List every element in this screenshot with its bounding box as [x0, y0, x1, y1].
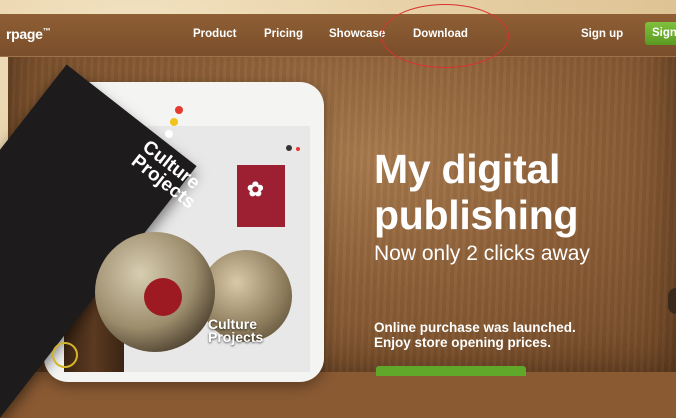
carousel-next-button[interactable]	[668, 288, 676, 314]
logo-text: rpage	[6, 26, 43, 42]
hero-title-line: My digital	[374, 146, 561, 192]
circle-icon	[52, 342, 78, 368]
hero-announcement-line: Enjoy store opening prices.	[374, 335, 552, 350]
hero-title: My digital publishing	[374, 146, 579, 238]
hero-title-line: publishing	[374, 192, 579, 238]
dot-icon	[286, 145, 292, 151]
site-logo[interactable]: rpage™	[6, 26, 51, 42]
nav-link-sign-up[interactable]: Sign up	[581, 28, 623, 40]
trademark-mark: ™	[42, 26, 51, 36]
nav-link-product[interactable]: Product	[193, 28, 236, 40]
dot-icon	[296, 147, 300, 151]
nav-link-pricing[interactable]: Pricing	[264, 28, 303, 40]
white-dot-icon	[165, 130, 173, 138]
red-magazine-thumbnail: ✿	[237, 165, 285, 227]
tablet-caption: Culture Projects	[208, 317, 264, 345]
yellow-dot-icon	[170, 118, 178, 126]
tablet-caption-line: Projects	[208, 329, 264, 345]
nav-link-download[interactable]: Download	[413, 28, 468, 40]
logo-icon: ✿	[247, 179, 264, 201]
badge-icon	[144, 278, 182, 316]
hero-announcement: Online purchase was launched. Enjoy stor…	[374, 320, 576, 350]
red-dot-icon	[175, 106, 183, 114]
cta-button[interactable]	[376, 366, 526, 376]
nav-link-showcase[interactable]: Showcase	[329, 28, 385, 40]
hero-subtitle: Now only 2 clicks away	[374, 242, 590, 265]
signup-button[interactable]: Sign	[645, 22, 676, 45]
hero-announcement-line: Online purchase was launched.	[374, 320, 576, 335]
